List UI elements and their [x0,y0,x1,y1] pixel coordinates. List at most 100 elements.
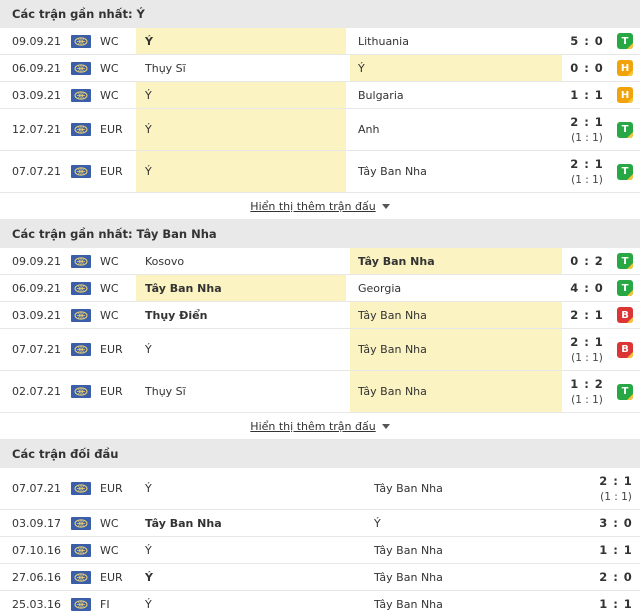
match-date: 09.09.21 [12,254,61,268]
away-team[interactable]: Ý [366,510,592,536]
home-team[interactable]: Tây Ban Nha [136,275,346,301]
match-score[interactable]: 2 : 0 [592,564,640,590]
match-row[interactable]: 12.07.21 EUR Ý Anh 2 : 1 (1 : 1) T [0,109,640,151]
match-score[interactable]: 4 : 0 [562,275,612,301]
match-score[interactable]: 2 : 1 [562,302,612,328]
match-score[interactable]: 2 : 1 (1 : 1) [562,329,612,370]
show-more-link-spain[interactable]: Hiển thị thêm trận đấu [250,420,390,433]
home-team[interactable]: Thụy Điển [136,302,346,328]
match-row[interactable]: 03.09.21 WC Thụy Điển Tây Ban Nha 2 : 1 B [0,302,640,329]
away-team[interactable]: Tây Ban Nha [350,248,562,274]
match-row[interactable]: 09.09.21 WC Kosovo Tây Ban Nha 0 : 2 T [0,248,640,275]
away-team[interactable]: Georgia [350,275,562,301]
competition-code[interactable]: EUR [100,151,136,192]
match-score[interactable]: 1 : 1 [592,591,640,615]
match-row[interactable]: 07.07.21 EUR Ý Tây Ban Nha 2 : 1 (1 : 1) T [0,151,640,193]
away-team[interactable]: Tây Ban Nha [366,564,592,590]
competition-flag [70,591,92,615]
competition-code[interactable]: FI [100,591,136,615]
home-team[interactable]: Ý [136,564,364,590]
section-spain: Các trận gần nhất: Tây Ban Nha 09.09.21 W… [0,220,640,440]
match-row[interactable]: 03.09.21 WC Ý Bulgaria 1 : 1 H [0,82,640,109]
match-date: 07.07.21 [12,343,61,356]
away-team[interactable]: Bulgaria [350,82,562,108]
match-row[interactable]: 02.07.21 EUR Thụy Sĩ Tây Ban Nha 1 : 2 (1 : 1… [0,371,640,413]
match-row[interactable]: 03.09.17 WC Tây Ban Nha Ý 3 : 0 [0,510,640,537]
full-time-score: 1 : 2 [570,377,604,391]
home-team[interactable]: Tây Ban Nha [136,510,364,536]
match-score[interactable]: 3 : 0 [592,510,640,536]
competition-code[interactable]: WC [100,537,136,563]
away-team[interactable]: Tây Ban Nha [350,329,562,370]
away-team[interactable]: Lithuania [350,28,562,54]
match-row[interactable]: 07.07.21 EUR Ý Tây Ban Nha 2 : 1 (1 : 1) B [0,329,640,371]
match-score[interactable]: 1 : 1 [592,537,640,563]
match-date: 07.10.16 [12,543,61,557]
match-score[interactable]: 2 : 1 (1 : 1) [562,109,612,150]
match-score[interactable]: 1 : 1 [562,82,612,108]
full-time-score: 4 : 0 [570,281,604,295]
match-score[interactable]: 2 : 1 (1 : 1) [562,151,612,192]
competition-code[interactable]: EUR [100,371,136,412]
competition-code[interactable]: WC [100,302,136,328]
result-cell: B [612,329,638,370]
result-badge-icon: T [617,163,633,180]
world-flag-icon [71,597,91,611]
half-time-score: (1 : 1) [571,352,603,364]
home-team[interactable]: Thụy Sĩ [136,55,346,81]
competition-code[interactable]: WC [100,28,136,54]
result-badge-icon: T [617,33,633,49]
match-row[interactable]: 07.10.16 WC Ý Tây Ban Nha 1 : 1 [0,537,640,564]
home-team[interactable]: Ý [136,109,346,150]
competition-code[interactable]: WC [100,82,136,108]
competition-code[interactable]: EUR [100,468,136,509]
match-row[interactable]: 27.06.16 EUR Ý Tây Ban Nha 2 : 0 [0,564,640,591]
match-score[interactable]: 0 : 0 [562,55,612,81]
away-team[interactable]: Tây Ban Nha [366,591,592,615]
full-time-score: 2 : 1 [570,335,604,349]
caret-down-icon [381,423,390,429]
match-score[interactable]: 1 : 2 (1 : 1) [562,371,612,412]
match-row[interactable]: 07.07.21 EUR Ý Tây Ban Nha 2 : 1 (1 : 1) [0,468,640,510]
home-team[interactable]: Ý [136,151,346,192]
competition-code[interactable]: EUR [100,564,136,590]
home-team[interactable]: Ý [136,329,346,370]
away-team[interactable]: Tây Ban Nha [366,537,592,563]
match-score[interactable]: 0 : 2 [562,248,612,274]
match-score[interactable]: 5 : 0 [562,28,612,54]
away-team[interactable]: Anh [350,109,562,150]
home-team[interactable]: Ý [136,82,346,108]
away-team[interactable]: Tây Ban Nha [350,371,562,412]
competition-code[interactable]: WC [100,55,136,81]
competition-code[interactable]: WC [100,248,136,274]
result-badge-icon: H [617,87,633,103]
match-date: 07.07.21 [12,482,61,495]
result-badge-icon: T [617,253,633,269]
away-team[interactable]: Tây Ban Nha [350,302,562,328]
home-team[interactable]: Ý [136,537,364,563]
away-team[interactable]: Tây Ban Nha [366,468,592,509]
match-date: 03.09.21 [12,88,61,102]
match-row[interactable]: 09.09.21 WC Ý Lithuania 5 : 0 T [0,28,640,55]
half-time-score: (1 : 1) [600,491,632,503]
competition-code[interactable]: WC [100,275,136,301]
show-more-link-italy[interactable]: Hiển thị thêm trận đấu [250,199,390,213]
show-more-label: Hiển thị thêm trận đấu [250,199,376,213]
competition-code[interactable]: WC [100,510,136,536]
home-team[interactable]: Ý [136,468,364,509]
home-team[interactable]: Kosovo [136,248,346,274]
match-row[interactable]: 06.09.21 WC Thụy Sĩ Ý 0 : 0 H [0,55,640,82]
home-team[interactable]: Ý [136,591,364,615]
world-flag-icon [71,385,91,398]
match-score[interactable]: 2 : 1 (1 : 1) [592,468,640,509]
competition-code[interactable]: EUR [100,109,136,150]
home-team[interactable]: Thụy Sĩ [136,371,346,412]
world-flag-icon [71,254,91,268]
competition-code[interactable]: EUR [100,329,136,370]
away-team[interactable]: Tây Ban Nha [350,151,562,192]
full-time-score: 2 : 1 [570,308,604,322]
match-row[interactable]: 25.03.16 FI Ý Tây Ban Nha 1 : 1 [0,591,640,615]
match-row[interactable]: 06.09.21 WC Tây Ban Nha Georgia 4 : 0 T [0,275,640,302]
home-team[interactable]: Ý [136,28,346,54]
away-team[interactable]: Ý [350,55,562,81]
